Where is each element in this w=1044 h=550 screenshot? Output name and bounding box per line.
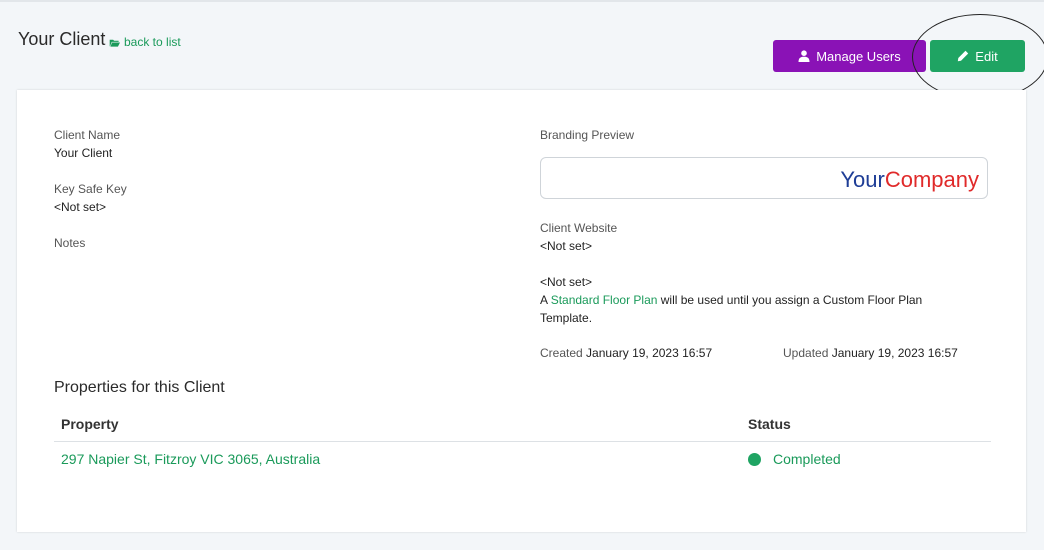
property-cell: 297 Napier St, Fitzroy VIC 3065, Austral… (54, 442, 741, 477)
status-dot-icon (748, 452, 761, 466)
floor-plan-value: <Not set> (540, 275, 593, 289)
key-safe-label: Key Safe Key (54, 182, 127, 196)
client-name-label: Client Name (54, 128, 121, 142)
table-row: 297 Napier St, Fitzroy VIC 3065, Austral… (54, 442, 991, 477)
property-link[interactable]: 297 Napier St, Fitzroy VIC 3065, Austral… (61, 451, 320, 467)
updated-meta: Updated January 19, 2023 16:57 (783, 346, 958, 360)
company-logo-part1: Your (840, 167, 885, 192)
edit-label: Edit (975, 48, 998, 64)
created-value: January 19, 2023 16:57 (586, 346, 713, 360)
table-header-row: Property Status (54, 410, 991, 442)
floor-plan-prefix: A (540, 293, 551, 307)
standard-floor-plan-link[interactable]: Standard Floor Plan (551, 293, 658, 307)
edit-button[interactable]: Edit (930, 40, 1025, 72)
user-icon (798, 50, 810, 62)
status-cell: Completed (741, 442, 991, 477)
pencil-icon (958, 50, 969, 62)
manage-users-button[interactable]: Manage Users (773, 40, 926, 72)
column-header-property: Property (54, 410, 741, 442)
updated-label: Updated (783, 346, 829, 360)
column-header-status: Status (741, 410, 991, 442)
floor-plan-notice: A Standard Floor Plan will be used until… (540, 291, 970, 327)
updated-value: January 19, 2023 16:57 (831, 346, 958, 360)
top-divider (0, 0, 1044, 2)
client-name-value: Your Client (54, 146, 113, 160)
client-detail-card: Client Name Your Client Key Safe Key <No… (17, 90, 1026, 532)
client-website-value: <Not set> (540, 239, 593, 253)
branding-preview-label: Branding Preview (540, 128, 635, 142)
manage-users-label: Manage Users (816, 48, 901, 64)
client-website-label: Client Website (540, 221, 618, 235)
branding-preview-box: YourCompany (540, 157, 988, 199)
company-logo: YourCompany (840, 167, 979, 193)
folder-open-icon (109, 39, 120, 47)
key-safe-value: <Not set> (54, 200, 107, 214)
properties-table: Property Status 297 Napier St, Fitzroy V… (54, 410, 991, 476)
properties-section-title: Properties for this Client (54, 379, 225, 396)
created-label: Created (540, 346, 583, 360)
created-meta: Created January 19, 2023 16:57 (540, 346, 712, 360)
status-label: Completed (773, 451, 841, 467)
back-to-list-label: back to list (124, 35, 181, 49)
notes-label: Notes (54, 236, 86, 250)
company-logo-part2: Company (884, 167, 979, 192)
back-to-list-link[interactable]: back to list (109, 35, 181, 49)
page-title: Your Client (18, 29, 106, 49)
